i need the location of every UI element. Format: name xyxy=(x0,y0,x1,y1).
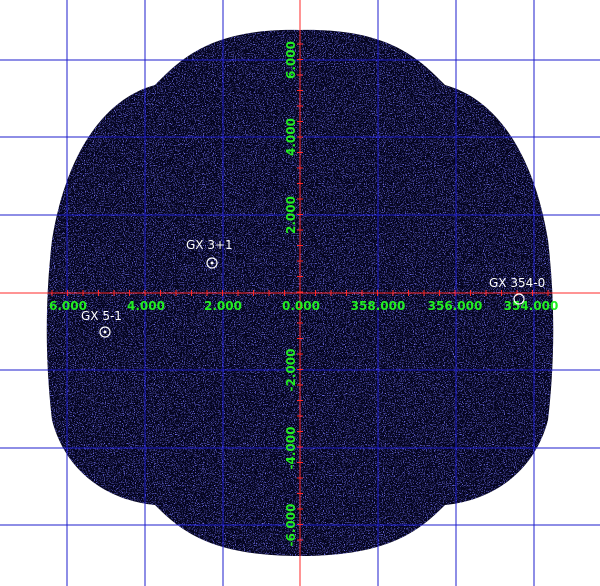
x-tick-label: 4.000 xyxy=(127,299,165,313)
y-tick-label: -2.000 xyxy=(284,349,298,392)
y-tick-label: -4.000 xyxy=(284,427,298,470)
sky-map: 6.000 4.000 2.000 0.000 358.000 356.000 … xyxy=(0,0,600,586)
x-tick-label: 0.000 xyxy=(282,299,320,313)
x-tick-label: 358.000 xyxy=(351,299,406,313)
x-tick-label: 356.000 xyxy=(428,299,483,313)
y-tick-label: -6.000 xyxy=(284,504,298,547)
x-tick-label: 354.000 xyxy=(504,299,559,313)
source-marker-dot xyxy=(103,330,107,334)
y-tick-label: 4.000 xyxy=(284,118,298,156)
sky-map-svg: 6.000 4.000 2.000 0.000 358.000 356.000 … xyxy=(0,0,600,586)
source-label: GX 354-0 xyxy=(489,276,545,290)
y-tick-label: 2.000 xyxy=(284,196,298,234)
source-label: GX 3+1 xyxy=(186,238,233,252)
source-marker-dot xyxy=(210,261,214,265)
x-tick-label: 2.000 xyxy=(204,299,242,313)
y-tick-label: 6.000 xyxy=(284,41,298,79)
source-label: GX 5-1 xyxy=(81,309,122,323)
